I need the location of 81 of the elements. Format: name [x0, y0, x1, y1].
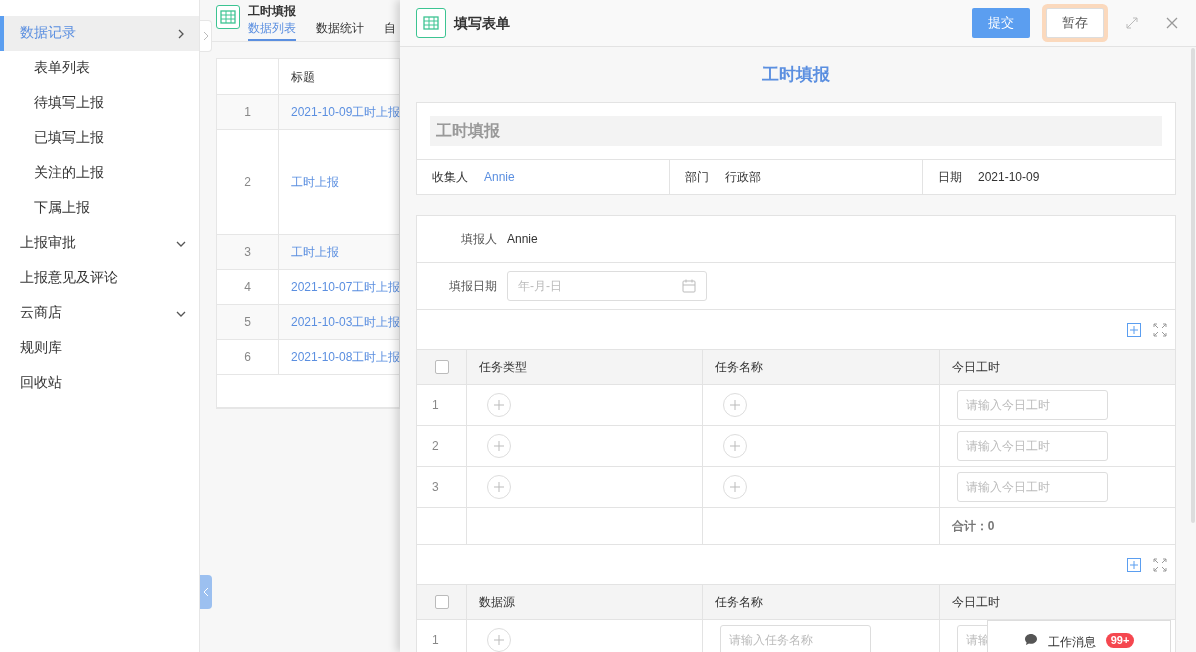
plus-icon: [494, 400, 504, 410]
column-header: 标题: [291, 68, 315, 86]
sidebar-item[interactable]: 上报意见及评论: [0, 261, 199, 296]
record-link[interactable]: 2021-10-07工时上报: [291, 278, 400, 296]
fullscreen-icon[interactable]: [1153, 557, 1167, 572]
tab[interactable]: 数据统计: [316, 20, 364, 42]
row-number: 1: [432, 632, 439, 649]
record-link[interactable]: 2021-10-08工时上报: [291, 348, 400, 366]
calendar-icon: [682, 279, 696, 293]
sidebar-item[interactable]: 云商店: [0, 296, 199, 331]
sidebar-handle[interactable]: [200, 575, 212, 609]
plus-icon: [730, 482, 741, 492]
total-label: 合计：0: [951, 518, 995, 535]
row-number: 1: [432, 397, 439, 414]
message-toast[interactable]: 工作消息 99+: [987, 620, 1171, 652]
sidebar-item[interactable]: 表单列表: [0, 51, 199, 86]
table-icon: [220, 10, 236, 24]
panel-title: 工时填报: [248, 5, 297, 17]
add-row-icon[interactable]: [1127, 557, 1141, 572]
field-value: Annie: [507, 231, 538, 248]
row-number: 2: [432, 438, 439, 455]
sidebar-item[interactable]: 关注的上报: [0, 156, 199, 191]
sidebar-item[interactable]: 回收站: [0, 366, 199, 401]
sidebar-item[interactable]: 上报审批: [0, 226, 199, 261]
plus-icon: [494, 441, 504, 451]
row-number: 3: [244, 244, 251, 261]
plus-icon: [730, 400, 741, 410]
field-label: 填报人: [461, 232, 497, 246]
column-header: 任务类型: [479, 359, 527, 376]
sidebar-item[interactable]: 规则库: [0, 331, 199, 366]
info-label: 收集人: [432, 169, 468, 186]
chevron-icon: [202, 587, 209, 597]
info-value: 2021-10-09: [978, 169, 1040, 186]
row-number: 4: [244, 279, 251, 296]
field-label: 填报日期: [449, 279, 497, 293]
add-button[interactable]: [723, 475, 748, 499]
input-field[interactable]: 请输入今日工时: [956, 472, 1108, 502]
sidebar-item[interactable]: 待填写上报: [0, 86, 199, 121]
row-number: 5: [244, 314, 251, 331]
plus-icon: [494, 482, 504, 492]
plus-icon: [494, 635, 504, 645]
plus-icon: [730, 441, 741, 451]
add-button[interactable]: [723, 393, 748, 417]
row-number: 2: [244, 174, 251, 191]
message-label: 工作消息: [1047, 634, 1096, 651]
column-header: 今日工时: [951, 359, 1000, 376]
column-header: 任务名称: [715, 359, 764, 376]
input-field[interactable]: 请输入任务名称: [720, 625, 872, 652]
info-label: 日期: [938, 169, 962, 186]
add-button[interactable]: [487, 393, 511, 417]
column-header: 数据源: [479, 594, 515, 611]
collapse-toggle[interactable]: [200, 20, 212, 52]
input-field[interactable]: 请输入今日工时: [956, 431, 1108, 461]
add-button[interactable]: [723, 434, 748, 458]
sidebar-item[interactable]: 下属上报: [0, 191, 199, 226]
table-icon: [423, 16, 439, 30]
info-label: 部门: [685, 169, 709, 186]
input-field[interactable]: 请输入今日工时: [956, 390, 1108, 420]
expand-icon[interactable]: [1126, 17, 1138, 29]
column-header: 任务名称: [715, 594, 764, 611]
chat-icon: [1023, 633, 1038, 646]
checkbox[interactable]: [434, 595, 449, 609]
add-button[interactable]: [487, 628, 511, 652]
row-number: 6: [244, 349, 251, 366]
count-badge: 99+: [1105, 633, 1135, 648]
row-number: 3: [432, 479, 439, 496]
sidebar-item[interactable]: 已填写上报: [0, 121, 199, 156]
close-icon[interactable]: [1166, 17, 1178, 29]
drawer-title: 填写表单: [454, 13, 511, 33]
add-row-icon[interactable]: [1127, 322, 1141, 337]
checkbox[interactable]: [434, 360, 449, 374]
chevron-icon: [202, 31, 209, 41]
info-value: 行政部: [725, 169, 761, 186]
fullscreen-icon[interactable]: [1153, 322, 1167, 337]
column-header: 今日工时: [951, 594, 1000, 611]
tab[interactable]: 自: [384, 20, 396, 42]
row-number: 1: [244, 104, 251, 121]
record-link[interactable]: 工时上报: [291, 173, 339, 191]
add-button[interactable]: [487, 434, 511, 458]
add-button[interactable]: [487, 475, 511, 499]
form-heading: 工时填报: [762, 65, 830, 84]
